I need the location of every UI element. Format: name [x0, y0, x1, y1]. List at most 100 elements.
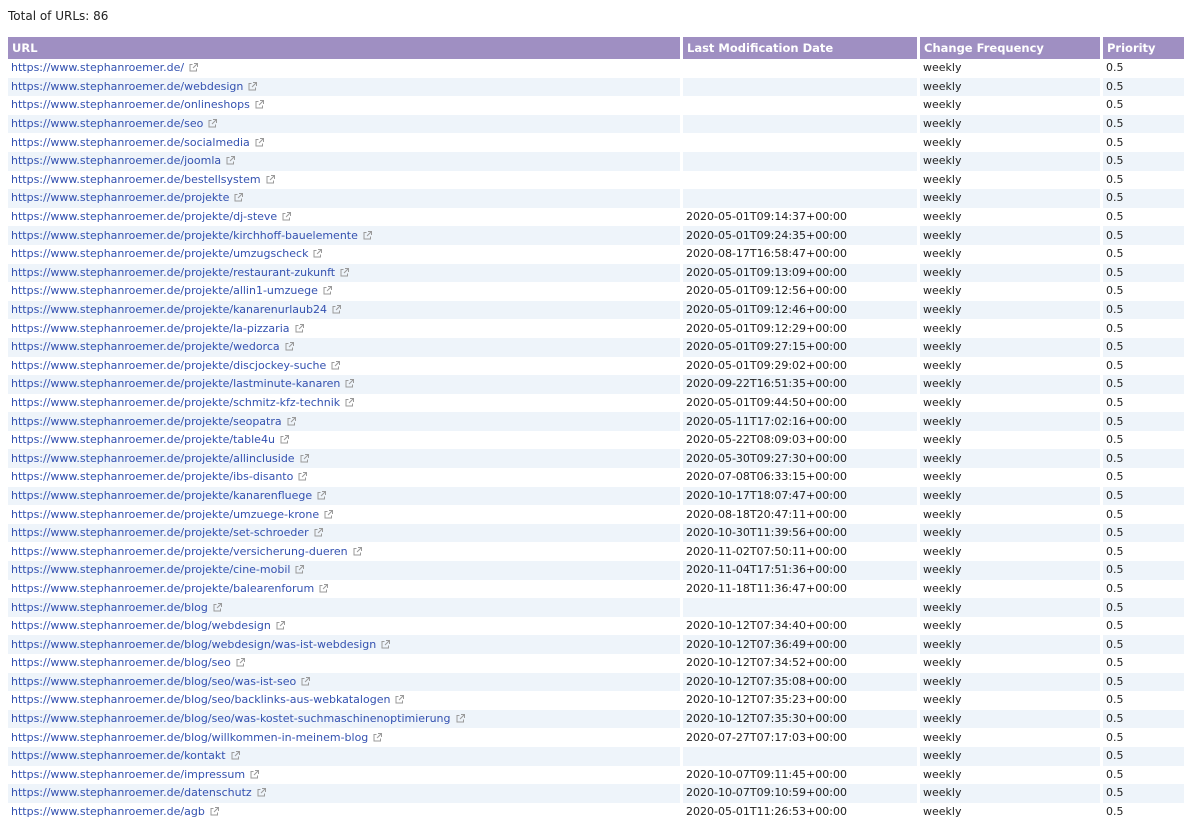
external-link-icon[interactable] — [345, 397, 355, 407]
url-link[interactable]: https://www.stephanroemer.de/blog/webdes… — [11, 619, 271, 632]
change-frequency-cell: weekly — [920, 375, 1100, 394]
column-header-url[interactable]: URL — [8, 37, 680, 59]
url-link[interactable]: https://www.stephanroemer.de/blog/seo/ba… — [11, 693, 390, 706]
url-link[interactable]: https://www.stephanroemer.de/projekte — [11, 191, 229, 204]
external-link-icon[interactable] — [373, 732, 383, 742]
url-link[interactable]: https://www.stephanroemer.de/projekte/al… — [11, 284, 318, 297]
url-link[interactable]: https://www.stephanroemer.de/projekte/se… — [11, 415, 282, 428]
external-link-icon[interactable] — [213, 602, 222, 612]
url-link[interactable]: https://www.stephanroemer.de/projekte/re… — [11, 266, 335, 279]
column-header-change-frequency[interactable]: Change Frequency — [920, 37, 1100, 59]
external-link-icon[interactable] — [323, 286, 332, 295]
external-link-icon[interactable] — [282, 212, 292, 221]
external-link-icon[interactable] — [345, 379, 355, 388]
external-link-icon[interactable] — [353, 546, 362, 556]
external-link-icon[interactable] — [395, 695, 405, 704]
url-link[interactable]: https://www.stephanroemer.de/blog/seo — [11, 656, 231, 669]
url-link[interactable]: https://www.stephanroemer.de/projekte/ka… — [11, 303, 327, 316]
url-link[interactable]: https://www.stephanroemer.de/impressum — [11, 768, 245, 781]
url-link[interactable]: https://www.stephanroemer.de/bestellsyst… — [11, 173, 261, 186]
url-link[interactable]: https://www.stephanroemer.de/projekte/ta… — [11, 433, 275, 446]
priority-cell: 0.5 — [1106, 693, 1124, 707]
url-link[interactable]: https://www.stephanroemer.de/projekte/um… — [11, 247, 308, 260]
external-link-icon[interactable] — [287, 416, 296, 426]
external-link-icon[interactable] — [276, 621, 285, 630]
url-link[interactable]: https://www.stephanroemer.de/projekte/ve… — [11, 545, 348, 558]
url-link[interactable]: https://www.stephanroemer.de/projekte/um… — [11, 508, 319, 521]
url-cell: https://www.stephanroemer.de/projekte/al… — [8, 449, 680, 469]
external-link-icon[interactable] — [285, 342, 294, 351]
url-cell: https://www.stephanroemer.de/blog/webdes… — [8, 617, 680, 636]
external-link-icon[interactable] — [250, 769, 260, 779]
external-link-icon[interactable] — [266, 174, 275, 184]
url-link[interactable]: https://www.stephanroemer.de/projekte/ci… — [11, 563, 290, 576]
external-link-icon[interactable] — [324, 509, 334, 519]
external-link-icon[interactable] — [248, 81, 258, 91]
last-modification-cell: 2020-10-12T07:34:52+00:00 — [686, 656, 847, 670]
external-link-icon[interactable] — [314, 528, 323, 537]
external-link-icon[interactable] — [300, 453, 309, 463]
external-link-icon[interactable] — [319, 583, 329, 593]
url-link[interactable]: https://www.stephanroemer.de/projekte/la… — [11, 322, 290, 335]
external-link-icon[interactable] — [313, 249, 323, 258]
external-link-icon[interactable] — [280, 435, 289, 444]
external-link-icon[interactable] — [226, 156, 236, 165]
url-link[interactable]: https://www.stephanroemer.de/projekte/dj… — [11, 210, 277, 223]
url-link[interactable]: https://www.stephanroemer.de/ — [11, 61, 184, 74]
url-link[interactable]: https://www.stephanroemer.de/socialmedia — [11, 136, 250, 149]
url-link[interactable]: https://www.stephanroemer.de/datenschutz — [11, 786, 252, 799]
url-link[interactable]: https://www.stephanroemer.de/projekte/ki… — [11, 229, 358, 242]
external-link-icon[interactable] — [208, 119, 218, 128]
external-link-icon[interactable] — [363, 230, 372, 240]
url-link[interactable]: https://www.stephanroemer.de/blog — [11, 601, 208, 614]
external-link-icon[interactable] — [295, 565, 305, 574]
external-link-icon[interactable] — [456, 714, 465, 723]
url-link[interactable]: https://www.stephanroemer.de/onlineshops — [11, 98, 250, 111]
url-link[interactable]: https://www.stephanroemer.de/projekte/se… — [11, 526, 309, 539]
external-link-icon[interactable] — [257, 788, 266, 797]
url-link[interactable]: https://www.stephanroemer.de/agb — [11, 805, 205, 818]
url-link[interactable]: https://www.stephanroemer.de/projekte/di… — [11, 359, 326, 372]
change-frequency-cell: weekly — [920, 523, 1100, 543]
external-link-icon[interactable] — [331, 360, 341, 370]
url-link[interactable]: https://www.stephanroemer.de/joomla — [11, 154, 221, 167]
url-link[interactable]: https://www.stephanroemer.de/seo — [11, 117, 203, 130]
external-link-icon[interactable] — [236, 658, 245, 667]
url-link[interactable]: https://www.stephanroemer.de/projekte/al… — [11, 452, 295, 465]
url-link[interactable]: https://www.stephanroemer.de/blog/seo/wa… — [11, 675, 296, 688]
url-link[interactable]: https://www.stephanroemer.de/projekte/ka… — [11, 489, 312, 502]
external-link-icon[interactable] — [255, 137, 264, 147]
url-link[interactable]: https://www.stephanroemer.de/blog/webdes… — [11, 638, 376, 651]
table-row: https://www.stephanroemer.de/projekte/ka… — [8, 486, 1184, 506]
external-link-icon[interactable] — [234, 193, 244, 202]
url-link[interactable]: https://www.stephanroemer.de/kontakt — [11, 749, 226, 762]
url-link[interactable]: https://www.stephanroemer.de/projekte/ib… — [11, 470, 293, 483]
change-frequency-cell: weekly — [923, 544, 962, 558]
external-link-icon[interactable] — [255, 100, 264, 109]
url-link[interactable]: https://www.stephanroemer.de/projekte/la… — [11, 377, 340, 390]
table-row: https://www.stephanroemer.de/onlineshops… — [8, 96, 1184, 115]
url-link[interactable]: https://www.stephanroemer.de/webdesign — [11, 80, 243, 93]
url-link[interactable]: https://www.stephanroemer.de/blog/willko… — [11, 731, 368, 744]
url-link[interactable]: https://www.stephanroemer.de/projekte/sc… — [11, 396, 340, 409]
external-link-icon[interactable] — [381, 639, 391, 649]
external-link-icon[interactable] — [332, 305, 341, 314]
external-link-icon[interactable] — [210, 807, 219, 816]
external-link-icon[interactable] — [189, 63, 199, 72]
url-cell: https://www.stephanroemer.de/projekte — [8, 189, 680, 208]
table-row: https://www.stephanroemer.de/projekte/um… — [8, 245, 1184, 264]
table-row: https://www.stephanroemer.de/seo weekly 0.… — [8, 114, 1184, 134]
external-link-icon[interactable] — [295, 323, 304, 333]
column-header-priority[interactable]: Priority — [1103, 37, 1184, 59]
priority-cell: 0.5 — [1103, 189, 1184, 208]
url-link[interactable]: https://www.stephanroemer.de/projekte/ba… — [11, 582, 314, 595]
priority-cell: 0.5 — [1106, 433, 1124, 447]
external-link-icon[interactable] — [298, 472, 308, 481]
external-link-icon[interactable] — [317, 490, 327, 500]
url-link[interactable]: https://www.stephanroemer.de/projekte/we… — [11, 340, 280, 353]
external-link-icon[interactable] — [301, 676, 311, 686]
external-link-icon[interactable] — [340, 267, 350, 277]
column-header-last-modification-date[interactable]: Last Modification Date — [683, 37, 917, 59]
url-link[interactable]: https://www.stephanroemer.de/blog/seo/wa… — [11, 712, 451, 725]
external-link-icon[interactable] — [231, 751, 240, 760]
